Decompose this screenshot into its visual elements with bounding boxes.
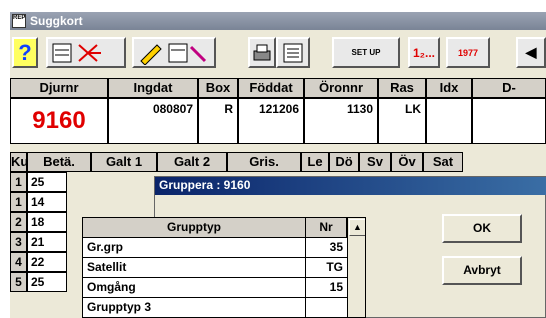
grid-header-sv: Sv xyxy=(359,152,391,172)
calendar-red-button[interactable]: 1977 xyxy=(446,37,490,68)
ras-value[interactable]: LK xyxy=(378,98,426,144)
pencil-calendar-button[interactable] xyxy=(132,37,216,68)
table-scrollbar[interactable]: ▲ xyxy=(347,218,365,317)
foddat-value[interactable]: 121206 xyxy=(238,98,304,144)
grid-header-le: Le xyxy=(301,152,329,172)
grid-row-beta[interactable]: 18 xyxy=(27,212,67,232)
extra-value[interactable] xyxy=(472,98,546,144)
calendar-red-icon: 1977 xyxy=(457,47,479,58)
grid-header-galt1: Galt 1 xyxy=(91,152,157,172)
document-button[interactable] xyxy=(276,37,310,68)
header-idx: Idx xyxy=(426,78,472,98)
help-button[interactable]: ? xyxy=(12,37,38,68)
grid-row-beta[interactable]: 25 xyxy=(27,172,67,192)
setup-icon: SET UP xyxy=(351,48,381,57)
ok-button[interactable]: OK xyxy=(442,214,522,243)
calendar-edit-button[interactable] xyxy=(46,37,126,68)
dialog-title-bar: Gruppera : 9160 xyxy=(155,177,546,195)
oronnr-value[interactable]: 1130 xyxy=(304,98,378,144)
toolbar: ? SET UP 1₂... 1977 ◀ xyxy=(10,32,546,76)
print-icon xyxy=(253,44,271,60)
pencil-calendar-icon xyxy=(140,43,207,65)
previous-button[interactable]: ◀ xyxy=(516,37,546,68)
group-table: Grupptyp Nr Gr.grp 35 Satellit TG Omgång… xyxy=(82,217,366,318)
cancel-button[interactable]: Avbryt xyxy=(442,256,522,285)
djurnr-value[interactable]: 9160 xyxy=(10,98,108,144)
header-ingdat: Ingdat xyxy=(108,78,198,98)
grid-header-sat: Sat xyxy=(423,152,463,172)
scroll-up-icon[interactable]: ▲ xyxy=(349,219,365,236)
row-nr: 35 xyxy=(329,240,343,254)
idx-value[interactable] xyxy=(426,98,472,144)
ingdat-value[interactable]: 080807 xyxy=(108,98,198,144)
window-title: Suggkort xyxy=(30,14,83,28)
row-nr: TG xyxy=(326,260,343,274)
row-type: Gr.grp xyxy=(87,240,124,254)
numbering-icon: 1₂... xyxy=(412,45,435,60)
column-divider xyxy=(305,298,306,317)
grid-row-beta[interactable]: 25 xyxy=(27,272,67,292)
col-header-nr: Nr xyxy=(306,218,347,238)
grid-row-ku: 1 xyxy=(10,192,27,212)
grid-header-gris: Gris. xyxy=(227,152,301,172)
grid-row-beta[interactable]: 21 xyxy=(27,232,67,252)
column-divider xyxy=(305,278,306,298)
row-type: Omgång xyxy=(87,280,136,294)
header-ras: Ras xyxy=(378,78,426,98)
header-foddat: Föddat xyxy=(238,78,304,98)
app-icon: REP xyxy=(12,14,26,28)
grid-header-beta: Betä. xyxy=(27,152,91,172)
numbering-button[interactable]: 1₂... xyxy=(408,37,440,68)
grid-header-ku: Ku xyxy=(10,152,27,172)
header-box: Box xyxy=(198,78,238,98)
table-row[interactable]: Satellit TG xyxy=(83,258,347,278)
box-value[interactable]: R xyxy=(198,98,238,144)
grid-header-do: Dö xyxy=(329,152,359,172)
header-extra: D- xyxy=(472,78,546,98)
grid-row-ku: 4 xyxy=(10,252,27,272)
dialog-title: Gruppera : 9160 xyxy=(159,178,251,192)
row-nr: 15 xyxy=(329,280,343,294)
grid-row-ku: 3 xyxy=(10,232,27,252)
table-row[interactable]: Omgång 15 xyxy=(83,278,347,298)
grid-header-galt2: Galt 2 xyxy=(157,152,227,172)
grid-row-ku: 5 xyxy=(10,272,27,292)
help-icon: ? xyxy=(18,39,32,65)
header-oronnr: Öronnr xyxy=(304,78,378,98)
grid-header-ov: Öv xyxy=(391,152,423,172)
grid-row-ku: 2 xyxy=(10,212,27,232)
table-row[interactable]: Grupptyp 3 xyxy=(83,298,347,317)
row-type: Grupptyp 3 xyxy=(87,300,152,314)
print-button[interactable] xyxy=(248,37,276,68)
column-divider xyxy=(305,238,306,258)
col-header-grupptyp: Grupptyp xyxy=(83,218,306,238)
header-djurnr: Djurnr xyxy=(10,78,108,98)
grid-row-beta[interactable]: 22 xyxy=(27,252,67,272)
table-row[interactable]: Gr.grp 35 xyxy=(83,238,347,258)
document-icon xyxy=(283,43,303,62)
setup-button[interactable]: SET UP xyxy=(332,37,400,68)
grid-row-beta[interactable]: 14 xyxy=(27,192,67,212)
column-divider xyxy=(305,258,306,278)
calendar-edit-icon xyxy=(52,43,101,62)
grid-row-ku: 1 xyxy=(10,172,27,192)
title-bar: REP Suggkort xyxy=(10,12,546,30)
row-type: Satellit xyxy=(87,260,127,274)
arrow-left-icon: ◀ xyxy=(525,44,537,60)
